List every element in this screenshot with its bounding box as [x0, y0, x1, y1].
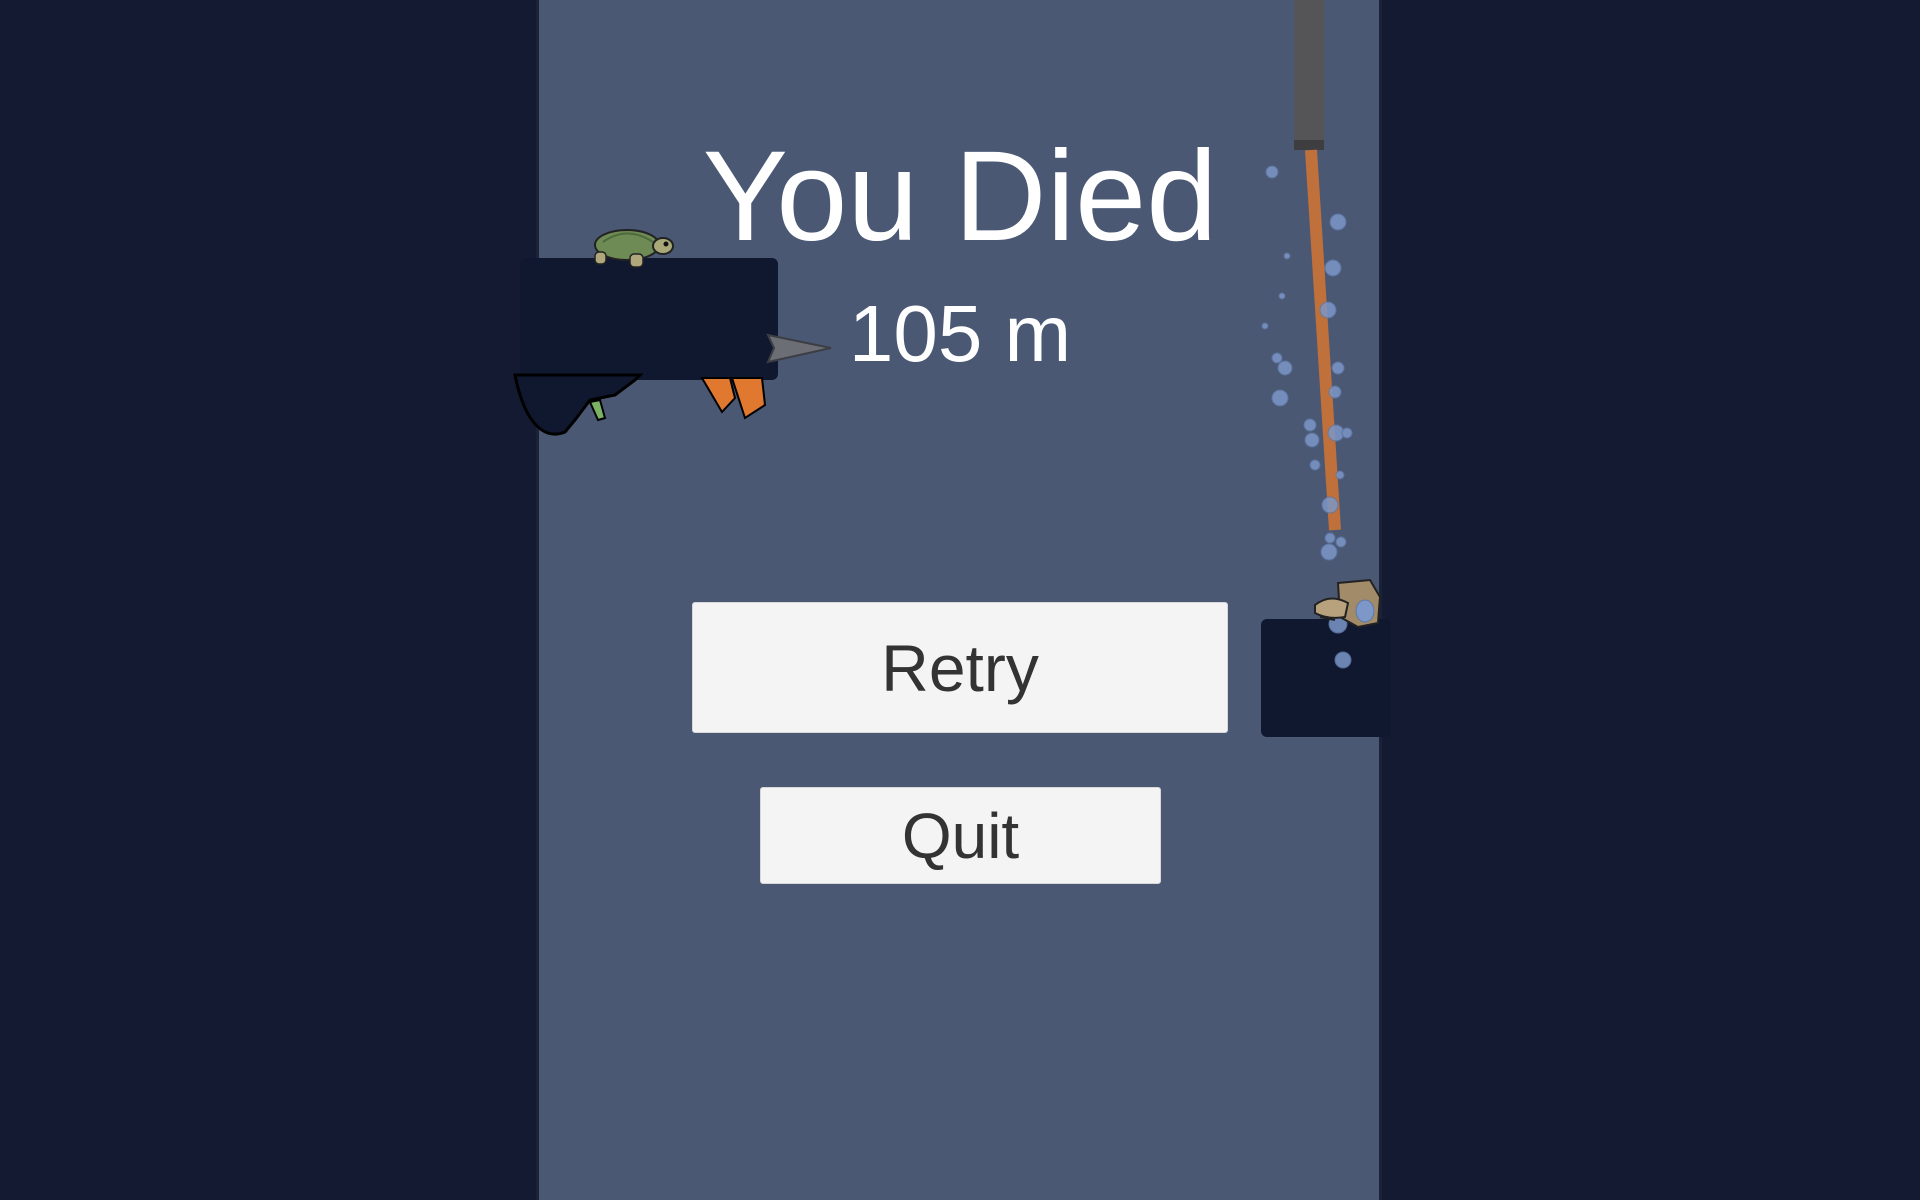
orange-fins-icon	[700, 377, 767, 420]
game-over-title: You Died	[702, 125, 1218, 268]
quit-button[interactable]: Quit	[760, 787, 1161, 884]
retry-button[interactable]: Retry	[692, 602, 1228, 733]
distance-score: 105 m	[848, 289, 1072, 378]
crab-icon	[1314, 578, 1382, 629]
